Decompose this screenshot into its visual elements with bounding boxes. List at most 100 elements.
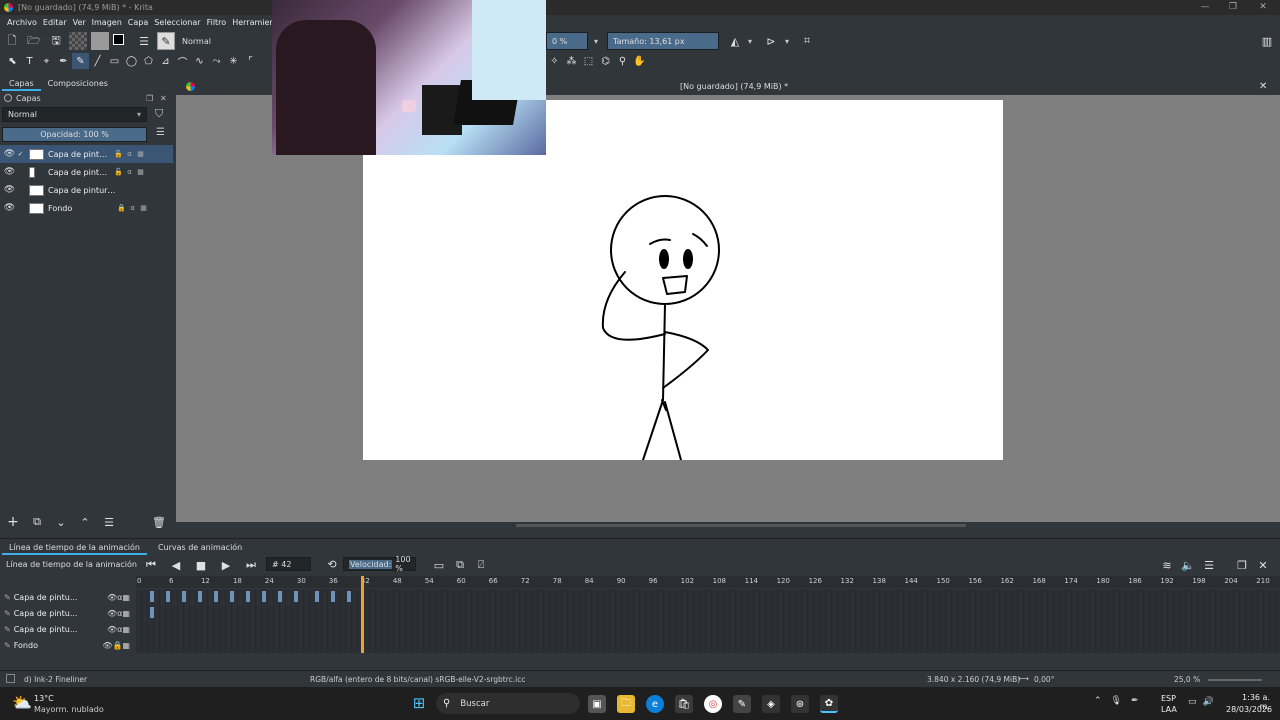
visibility-eye-icon[interactable]: 👁 (4, 149, 15, 159)
bezier-tool-icon[interactable]: ⌒ (174, 53, 191, 69)
lock-icon[interactable]: 🔓 (114, 168, 123, 177)
krita-taskbar-icon[interactable]: ✿ (820, 695, 838, 713)
zoom-slider[interactable] (1208, 679, 1262, 681)
keyframe[interactable] (331, 591, 336, 602)
zoom-tool-icon[interactable]: ⚲ (614, 53, 631, 69)
minimize-button[interactable]: — (1190, 0, 1220, 15)
keyframe[interactable] (245, 591, 250, 602)
opacity-slider[interactable]: 0 % (546, 32, 588, 50)
blend-mode-select[interactable]: Normal ▾ (2, 107, 147, 122)
onion-skins-toggle-icon[interactable]: ≋ (1158, 556, 1176, 574)
previous-frame-icon[interactable]: ◀ (167, 556, 185, 574)
brush-size-slider[interactable]: Tamaño: 13,61 px (607, 32, 719, 50)
layer-opacity-slider[interactable]: Opacidad: 100 % (2, 127, 147, 142)
move-up-icon[interactable]: ⌃ (76, 513, 94, 531)
brush-preset-icon[interactable]: ✎ (157, 32, 175, 50)
layer-row[interactable]: 👁 Capa de pintur... 🔓 α ▦ (0, 163, 173, 181)
playhead[interactable] (360, 576, 364, 653)
add-layer-icon[interactable]: + (4, 513, 22, 531)
keyframe[interactable] (293, 591, 298, 602)
tray-chevron-icon[interactable]: ⌃ (1094, 696, 1102, 706)
keyframe[interactable] (347, 591, 352, 602)
layer-row[interactable]: 👁 ✓ Capa de pintur... 🔓 α ▦ (0, 145, 173, 163)
layer-name[interactable]: Capa de pintur... (48, 150, 112, 159)
microphone-icon[interactable]: 🎙 (1111, 696, 1122, 706)
chevron-down-icon[interactable]: ▾ (594, 37, 598, 46)
volume-icon[interactable]: 🔊 (1203, 697, 1214, 707)
auto-key-icon[interactable]: ⍁ (472, 556, 490, 574)
play-icon[interactable]: ▶ (217, 556, 235, 574)
onion-skin-icon[interactable]: ▭ (430, 556, 448, 574)
inherit-alpha-icon[interactable]: ▦ (139, 204, 148, 213)
workspace-switcher-icon[interactable]: ▥ (1258, 32, 1276, 50)
menu-archivo[interactable]: Archivo (4, 18, 40, 27)
keyframe[interactable] (197, 591, 202, 602)
keyframe[interactable] (261, 591, 266, 602)
network-icon[interactable]: ▭ (1188, 697, 1197, 707)
calligraphy-icon[interactable]: ✒ (55, 53, 72, 69)
alpha-icon[interactable]: α (125, 168, 134, 177)
dynamic-brush-icon[interactable]: ⤳ (208, 53, 225, 69)
mirror-vertical-icon[interactable]: ⊳ (762, 32, 780, 50)
delete-layer-icon[interactable]: 🗑 (150, 513, 168, 531)
magnetic-select-icon[interactable]: ⌬ (597, 53, 614, 69)
status-rotation[interactable]: 0,00° (1034, 675, 1054, 684)
visibility-eye-icon[interactable]: 👁 (4, 167, 15, 177)
line-tool-icon[interactable]: ╱ (89, 53, 106, 69)
lock-icon[interactable]: 👁🔒▦ (102, 641, 130, 650)
bezier-select-icon[interactable]: ⬚ (580, 53, 597, 69)
tab-timeline[interactable]: Línea de tiempo de la animación (2, 541, 147, 555)
save-icon[interactable]: 🖫 (47, 32, 65, 50)
obs-icon[interactable]: ⊛ (791, 695, 809, 713)
tab-composiciones[interactable]: Composiciones (41, 77, 115, 91)
alpha-icon[interactable]: α (125, 150, 134, 159)
keyframe[interactable] (165, 591, 170, 602)
last-frame-icon[interactable]: ⏭ (242, 556, 260, 574)
audio-icon[interactable]: 🔈 (1179, 556, 1197, 574)
layer-name[interactable]: Capa de pintura 1 (48, 186, 118, 195)
inherit-alpha-icon[interactable]: ▦ (136, 168, 145, 177)
weather-temp[interactable]: 13°C (34, 694, 54, 703)
edit-brush-settings-icon[interactable]: ☰ (135, 32, 153, 50)
pattern-swatch[interactable] (91, 32, 109, 50)
loop-icon[interactable]: ⟲ (323, 555, 341, 573)
visibility-eye-icon[interactable]: 👁α▦ (107, 625, 130, 634)
pen-icon[interactable]: ✒ (1131, 696, 1139, 706)
wrap-around-icon[interactable]: ⌗ (798, 32, 816, 50)
rotation-icon[interactable]: ⟷ (1018, 674, 1029, 683)
first-frame-icon[interactable]: ⏮ (142, 556, 160, 574)
keyframe[interactable] (181, 591, 186, 602)
tab-capas[interactable]: Capas (2, 77, 41, 91)
weather-desc[interactable]: Mayorm. nublado (34, 705, 104, 714)
freehand-path-icon[interactable]: ∿ (191, 53, 208, 69)
file-explorer-icon[interactable]: 🗀 (617, 695, 635, 713)
windows-start-icon[interactable]: ⊞ (410, 694, 428, 712)
chevron-down-icon[interactable]: ▾ (785, 37, 789, 46)
keyframe[interactable] (229, 591, 234, 602)
timeline-ruler[interactable]: 0 6 12 18 24 30 36 42 48 54 60 66 72 78 84 90 96 102 108 11… (136, 576, 1280, 588)
filter-icon[interactable]: ⛉ (155, 107, 163, 121)
close-timeline-icon[interactable]: ✕ (1254, 556, 1272, 574)
similar-select-icon[interactable]: ⁂ (563, 53, 580, 69)
contiguous-select-icon[interactable]: ✧ (546, 53, 563, 69)
layer-properties-icon[interactable]: ☰ (100, 513, 118, 531)
tab-curves[interactable]: Curvas de animación (151, 541, 249, 555)
timeline-layer-row[interactable]: ✎ Capa de pintu... 👁α▦ (0, 605, 136, 621)
drop-frames-icon[interactable]: ⧉ (451, 556, 469, 574)
app-icon[interactable]: ✎ (733, 695, 751, 713)
timeline-frames-grid[interactable] (136, 589, 1280, 653)
frame-number-field[interactable]: # 42 (266, 557, 311, 571)
visibility-eye-icon[interactable]: 👁α▦ (107, 609, 130, 618)
layer-name[interactable]: Fondo (48, 204, 112, 213)
pan-tool-icon[interactable]: ✋ (631, 53, 648, 69)
float-timeline-icon[interactable]: ❐ (1233, 556, 1251, 574)
keyframe[interactable] (277, 591, 282, 602)
float-docker-icon[interactable]: ❐ (146, 94, 153, 103)
maximize-button[interactable]: ❐ (1218, 0, 1248, 15)
layer-options-icon[interactable]: ☰ (156, 127, 165, 138)
keyframe[interactable] (315, 591, 320, 602)
stop-icon[interactable]: ■ (192, 556, 210, 574)
visibility-eye-icon[interactable]: 👁α▦ (107, 593, 130, 602)
horizontal-scrollbar[interactable] (176, 522, 1280, 529)
menu-imagen[interactable]: Imagen (89, 18, 125, 27)
